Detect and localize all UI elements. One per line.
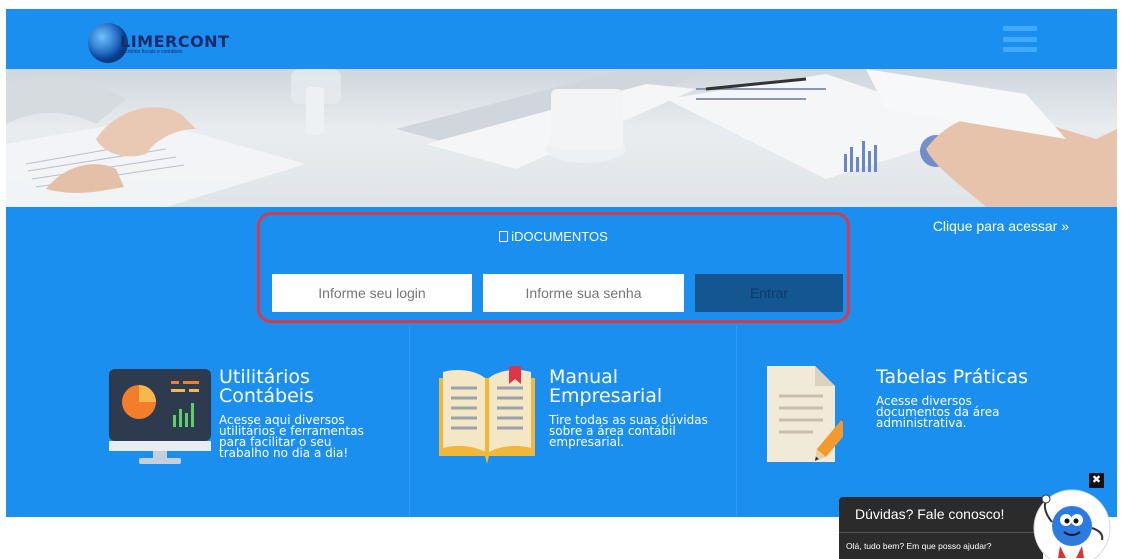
features-section: Utilitários Contábeis Acesse aqui divers… [6,326,1117,517]
chat-message: Olá, tudo bem? Em que posso ajudar? [846,541,992,551]
chat-close-button[interactable]: ✖ [1089,473,1104,488]
chat-widget[interactable]: Dúvidas? Fale conosco! Olá, tudo bem? Em… [839,497,1043,559]
chat-divider [839,532,1043,533]
mascot-icon[interactable] [1030,488,1114,559]
idocumentos-title: iDOCUMENTOS [260,229,847,244]
site-header: LIMERCONT escritório fiscais e contábeis [6,9,1117,69]
monitor-chart-icon [109,369,211,464]
hero-banner-image [6,69,1117,207]
hamburger-menu-icon[interactable] [1003,26,1037,52]
feature-desc-line: empresarial. [549,435,625,449]
idocumentos-login-box: iDOCUMENTOS Entrar [257,212,850,323]
chat-title: Dúvidas? Fale conosco! [855,506,1005,522]
feature-title-line: Tabelas Práticas [876,366,1029,388]
document-icon [499,231,509,242]
access-link[interactable]: Clique para acessar » [933,218,1069,234]
feature-desc-line: administrativa. [876,416,967,430]
enter-button[interactable]: Entrar [695,274,843,312]
feature-utilitarios[interactable]: Utilitários Contábeis Acesse aqui divers… [6,326,408,517]
document-pencil-icon [767,366,843,462]
feature-title-line: Contábeis [219,385,314,407]
login-input[interactable] [272,274,472,312]
password-input[interactable] [483,274,684,312]
logo[interactable]: LIMERCONT escritório fiscais e contábeis [88,23,229,63]
login-section: iDOCUMENTOS Entrar Clique para acessar » [6,207,1117,326]
feature-title-line: Empresarial [549,385,663,407]
open-book-icon [439,366,535,464]
feature-manual-empresarial[interactable]: Manual Empresarial Tire todas as suas dú… [409,326,736,517]
feature-desc-line: trabalho no dia a dia! [219,446,349,460]
logo-subtitle: escritório fiscais e contábeis [120,48,183,55]
